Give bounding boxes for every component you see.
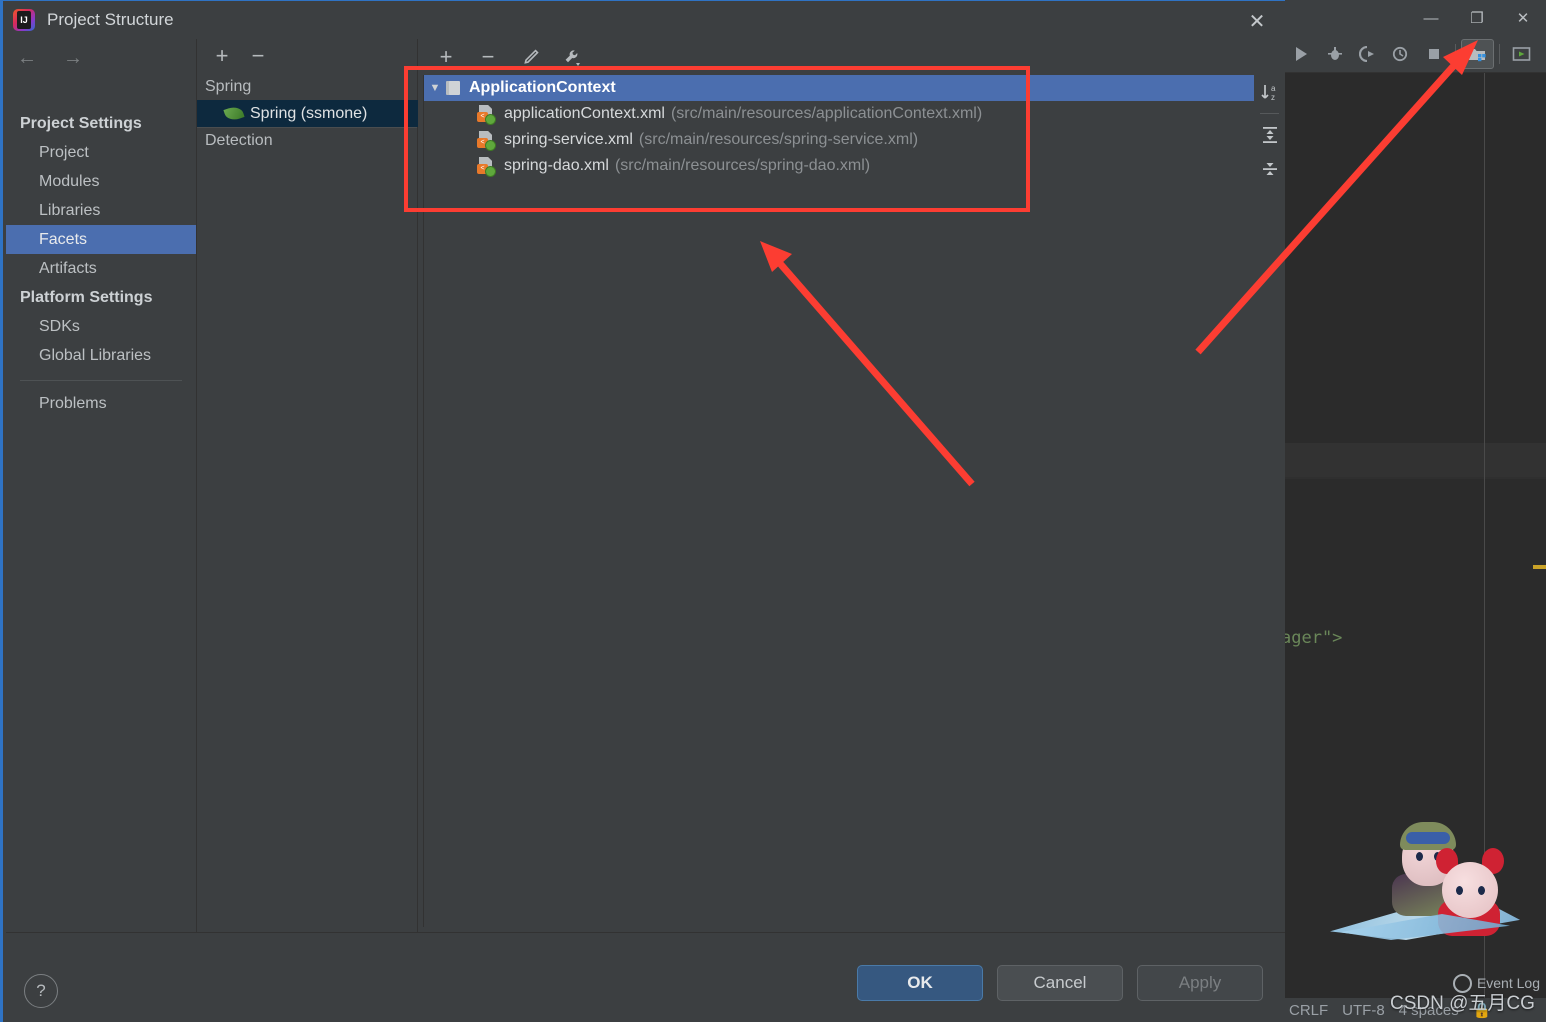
context-toolbar: + − [418,39,1299,75]
editor-highlight-band-2 [1285,477,1546,479]
character-a-eye-left [1416,852,1423,861]
help-button[interactable]: ? [24,974,58,1008]
tree-node-label: spring-dao.xml [504,157,609,174]
profile-icon[interactable] [1384,39,1417,69]
context-add-button[interactable]: + [432,43,460,71]
sidebar-list: Project Settings Project Modules Librari… [6,109,196,418]
character-b-eye-left [1456,886,1463,895]
debug-icon[interactable] [1318,39,1351,69]
forward-arrow-icon[interactable]: → [62,47,84,70]
toolbar-divider-2 [1499,44,1500,64]
svg-text:z: z [1271,93,1275,102]
sidebar-group-project-settings: Project Settings [20,114,142,132]
tree-node-label: ApplicationContext [469,79,616,96]
ide-window-controls: — ❐ ✕ [1408,0,1546,36]
tree-row[interactable]: < spring-dao.xml (src/main/resources/spr… [424,153,1254,179]
dialog-close-button[interactable]: ✕ [1243,7,1271,35]
sidebar-group-platform-settings: Platform Settings [20,288,153,306]
status-encoding[interactable]: UTF-8 [1342,1002,1385,1019]
sidebar-item-facets[interactable]: Facets [6,225,196,254]
dialog-title-bar: Project Structure ✕ [3,1,1285,39]
rail-divider [1260,113,1279,114]
sidebar-navigation: ← → [16,47,84,70]
expand-all-icon[interactable] [1254,118,1285,152]
tree-row[interactable]: < applicationContext.xml (src/main/resou… [424,101,1254,127]
project-structure-dialog: Project Structure ✕ ← → Project Settings… [0,0,1285,1022]
chevron-down-icon[interactable]: ▼ [424,82,446,94]
watermark: CSDN @五月CG [1390,993,1535,1014]
spring-leaf-icon [223,104,245,123]
application-context-icon [446,80,461,96]
project-structure-icon[interactable] [1461,39,1494,69]
tree-node-path: (src/main/resources/spring-dao.xml) [614,157,871,174]
editor-highlight-band [1285,443,1546,477]
tree-node-path: (src/main/resources/spring-service.xml) [638,131,919,148]
tree-node-label: spring-service.xml [504,131,633,148]
tree-node-label: applicationContext.xml [504,105,665,122]
ok-button[interactable]: OK [857,965,983,1001]
pencil-icon[interactable] [516,43,544,71]
run-anything-icon[interactable] [1505,39,1538,69]
stop-icon[interactable] [1417,39,1450,69]
tree-row[interactable]: < spring-service.xml (src/main/resources… [424,127,1254,153]
context-remove-button[interactable]: − [474,43,502,71]
dialog-title: Project Structure [47,10,174,29]
dialog-footer: ? OK Cancel Apply [6,932,1285,1021]
close-icon[interactable]: ✕ [1500,0,1546,36]
tree-node-path: (src/main/resources/applicationContext.x… [670,105,983,122]
tree-side-toolbar: a z [1254,75,1285,927]
dialog-body: ← → Project Settings Project Modules Lib… [6,39,1285,932]
minimize-icon[interactable]: — [1408,0,1454,36]
tree-row[interactable]: ▼ ApplicationContext [424,75,1254,101]
facets-toolbar: + − [197,39,429,73]
facets-list-panel: + − Spring Spring (ssmone) Detection [197,39,445,932]
settings-sidebar: ← → Project Settings Project Modules Lib… [6,39,197,932]
application-context-tree[interactable]: ▼ ApplicationContext < applicationContex… [423,75,1254,927]
restore-icon[interactable]: ❐ [1454,0,1500,36]
facets-item-spring[interactable]: Spring (ssmone) [197,100,445,127]
sort-alphabetically-icon[interactable]: a z [1254,75,1285,109]
collapse-all-icon[interactable] [1254,152,1285,186]
character-a-goggles [1406,832,1450,844]
character-b-head [1442,862,1498,918]
facets-group-header: Spring [205,77,252,95]
sidebar-item-modules[interactable]: Modules [6,167,196,196]
sidebar-item-artifacts[interactable]: Artifacts [6,254,196,283]
facets-section-detection: Detection [205,131,273,149]
apply-button[interactable]: Apply [1137,965,1263,1001]
toolbar-divider [1455,44,1456,64]
facet-add-button[interactable]: + [209,43,235,69]
wrench-icon[interactable] [558,43,586,71]
spring-xml-file-icon: < [477,157,496,177]
sidebar-item-libraries[interactable]: Libraries [6,196,196,225]
character-b-eye-right [1478,886,1485,895]
back-arrow-icon[interactable]: ← [16,47,38,70]
sidebar-item-global-libraries[interactable]: Global Libraries [6,341,196,370]
facet-remove-button[interactable]: − [245,43,271,69]
editor-code-line: ager"> [1281,628,1343,648]
dialog-buttons: OK Cancel Apply [857,965,1263,1001]
cancel-button[interactable]: Cancel [997,965,1123,1001]
sidebar-item-problems[interactable]: Problems [6,389,196,418]
facet-detail-panel: + − ▼ ApplicationContext < applicationCo… [418,39,1285,932]
status-line-separator[interactable]: CRLF [1289,1002,1328,1019]
spring-xml-file-icon: < [477,131,496,151]
sidebar-divider [20,380,182,381]
screen: — ❐ ✕ ager"> Event Log CRLF UTF-8 4 spac… [0,0,1546,1022]
spring-xml-file-icon: < [477,105,496,125]
wallpaper-characters [1330,790,1546,960]
sidebar-item-sdks[interactable]: SDKs [6,312,196,341]
run-with-coverage-icon[interactable] [1351,39,1384,69]
facets-item-label: Spring (ssmone) [250,104,368,122]
intellij-logo-icon [13,9,35,31]
sidebar-item-project[interactable]: Project [6,138,196,167]
svg-text:a: a [1271,84,1276,93]
editor-marker [1533,565,1546,569]
